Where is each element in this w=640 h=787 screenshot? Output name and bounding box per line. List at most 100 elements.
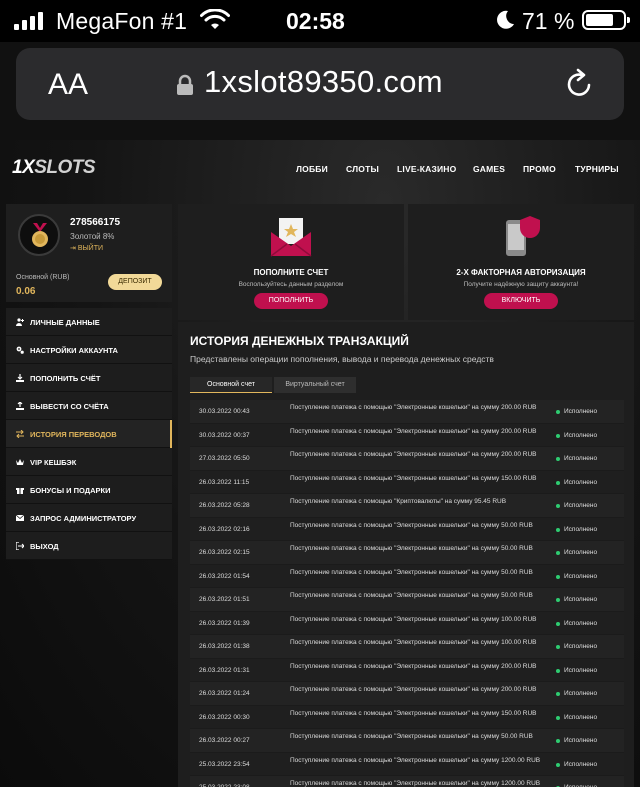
website-viewport: 1XSLOTS ЛОББИ СЛОТЫ LIVE-КАЗИНО GAMES ПР… <box>0 140 640 787</box>
menu-admin-request[interactable]: ЗАПРОС АДМИНИСТРАТОРУ <box>6 504 172 532</box>
status-dot-icon <box>556 598 560 602</box>
menu-label: VIP КЕШБЭК <box>30 458 77 467</box>
tx-date: 26.03.2022 05:28 <box>199 502 250 509</box>
table-row: 26.03.2022 01:38 Поступление платежа с по… <box>190 635 624 659</box>
status-dot-icon <box>556 480 560 485</box>
transaction-history-panel: ИСТОРИЯ ДЕНЕЖНЫХ ТРАНЗАКЦИЙ Представлены… <box>178 322 634 787</box>
nav-promo[interactable]: ПРОМО <box>523 164 556 174</box>
mail-icon <box>16 514 24 521</box>
status-badge: Исполнено <box>564 690 598 697</box>
upload-icon <box>16 402 24 410</box>
browser-toolbar: AA 1xslot89350.com <box>0 42 640 140</box>
logo-prefix: 1X <box>12 157 35 178</box>
tx-description: Поступление платежа с помощью "Электронн… <box>290 756 541 764</box>
table-row: 26.03.2022 05:28 Поступление платежа с по… <box>190 494 624 518</box>
nav-tournaments[interactable]: ТУРНИРЫ <box>575 164 619 174</box>
status-dot-icon <box>556 762 560 767</box>
table-row: 25.03.2022 23:54 Поступление платежа с по… <box>190 752 624 776</box>
status-dot-icon <box>556 410 560 414</box>
tx-date: 26.03.2022 01:51 <box>199 596 250 603</box>
tx-description: Поступление платежа с помощью "Электронн… <box>290 474 537 482</box>
tx-date: 26.03.2022 11:15 <box>199 478 250 486</box>
menu-bonuses[interactable]: БОНУСЫ И ПОДАРКИ <box>6 476 172 504</box>
enable-2fa-button[interactable]: ВКЛЮЧИТЬ <box>484 293 558 309</box>
crown-icon <box>16 459 24 465</box>
history-subtitle: Представлены операции пополнения, вывода… <box>190 354 494 364</box>
menu-label: ЗАПРОС АДМИНИСТРАТОРУ <box>30 514 137 523</box>
tx-date: 26.03.2022 02:15 <box>199 549 250 556</box>
phone-shield-icon <box>506 216 540 256</box>
tx-date: 26.03.2022 01:38 <box>199 643 250 650</box>
status-badge: Исполнено <box>564 572 598 580</box>
tx-description: Поступление платежа с помощью "Электронн… <box>290 451 537 458</box>
menu-label: ИСТОРИЯ ПЕРЕВОДОВ <box>30 430 117 439</box>
menu-exit[interactable]: ВЫХОД <box>6 532 172 560</box>
status-dot-icon <box>556 715 560 720</box>
balance-label: Основной (RUB) <box>16 274 70 281</box>
table-row: 26.03.2022 01:51 Поступление платежа с по… <box>190 588 624 612</box>
status-badge: Исполнено <box>564 619 598 627</box>
menu-personal-data[interactable]: ЛИЧНЫЕ ДАННЫЕ <box>6 308 172 336</box>
do-not-disturb-moon-icon <box>497 10 514 29</box>
promo-deposit-subtitle: Воспользуйтесь данным разделом <box>238 281 344 288</box>
menu-withdraw[interactable]: ВЫВЕСТИ СО СЧЁТА <box>6 392 172 420</box>
tab-main-account[interactable]: Основной счет <box>190 377 272 393</box>
menu-label: ВЫВЕСТИ СО СЧЁТА <box>30 402 109 411</box>
status-badge: Исполнено <box>564 760 598 768</box>
table-row: 30.03.2022 00:43 Поступление платежа с по… <box>190 400 624 424</box>
site-logo[interactable]: 1XSLOTS <box>12 157 96 179</box>
menu-vip-cashback[interactable]: VIP КЕШБЭК <box>6 448 172 476</box>
profile-card: 278566175 Золотой 8% ⇥ ВЫЙТИ Основной (R… <box>6 204 172 302</box>
tx-date: 30.03.2022 00:43 <box>199 408 250 415</box>
status-bar: MegaFon #1 02:58 71 % <box>0 0 640 42</box>
medal-icon <box>32 223 48 247</box>
status-badge: Исполнено <box>564 666 598 674</box>
tx-description: Поступление платежа с помощью "Электронн… <box>290 686 537 693</box>
tx-date: 26.03.2022 00:30 <box>199 713 250 721</box>
signal-icon <box>14 12 43 30</box>
status-badge: Исполнено <box>564 408 598 415</box>
status-badge: Исполнено <box>564 525 598 533</box>
table-row: 26.03.2022 01:39 Поступление платежа с по… <box>190 611 624 635</box>
tx-description: Поступление платежа с помощью "Криптовал… <box>290 498 507 505</box>
envelope-star-icon <box>270 218 312 257</box>
promo-deposit-title: ПОПОЛНИТЕ СЧЕТ <box>253 268 329 277</box>
status-badge: Исполнено <box>564 431 598 439</box>
menu-transfer-history[interactable]: ИСТОРИЯ ПЕРЕВОДОВ <box>6 420 172 448</box>
menu-label: ВЫХОД <box>30 542 59 551</box>
logout-icon: ⇥ <box>70 245 78 252</box>
tab-virtual-account[interactable]: Виртуальный счет <box>274 377 356 393</box>
promo-2fa-subtitle: Получите надёжную защиту аккаунта! <box>463 281 579 288</box>
tx-description: Поступление платежа с помощью "Электронн… <box>290 545 533 552</box>
menu-deposit[interactable]: ПОПОЛНИТЬ СЧЁТ <box>6 364 172 392</box>
menu-account-settings[interactable]: НАСТРОЙКИ АККАУНТА <box>6 336 172 364</box>
tx-date: 30.03.2022 00:37 <box>199 431 250 439</box>
status-dot-icon <box>556 621 560 626</box>
nav-lobby[interactable]: ЛОББИ <box>296 164 328 174</box>
table-row: 26.03.2022 00:30 Поступление платежа с по… <box>190 705 624 729</box>
status-dot-icon <box>556 527 560 532</box>
nav-live-casino[interactable]: LIVE-КАЗИНО <box>397 164 456 174</box>
logout-link[interactable]: ⇥ ВЫЙТИ <box>70 244 103 252</box>
reader-text-size-button[interactable]: AA <box>48 68 88 102</box>
top-up-button[interactable]: ПОПОЛНИТЬ <box>254 293 328 309</box>
clock: 02:58 <box>286 8 345 34</box>
status-dot-icon <box>556 692 560 696</box>
reload-icon[interactable] <box>564 66 596 100</box>
table-row: 26.03.2022 01:24 Поступление платежа с по… <box>190 682 624 706</box>
nav-slots[interactable]: СЛОТЫ <box>346 164 379 174</box>
tx-description: Поступление платежа с помощью "Электронн… <box>290 404 537 411</box>
table-row: 27.03.2022 05:50 Поступление платежа с по… <box>190 447 624 471</box>
table-row: 26.03.2022 00:27 Поступление платежа с по… <box>190 729 624 753</box>
table-row: 26.03.2022 02:15 Поступление платежа с по… <box>190 541 624 565</box>
deposit-button[interactable]: ДЕПОЗИТ <box>108 274 162 290</box>
url-text[interactable]: 1xslot89350.com <box>204 64 443 100</box>
history-title: ИСТОРИЯ ДЕНЕЖНЫХ ТРАНЗАКЦИЙ <box>190 334 409 348</box>
tx-date: 26.03.2022 01:31 <box>199 666 250 674</box>
address-bar[interactable]: AA 1xslot89350.com <box>16 48 624 120</box>
tx-description: Поступление платежа с помощью "Электронн… <box>290 568 533 576</box>
table-row: 26.03.2022 01:31 Поступление платежа с по… <box>190 658 624 682</box>
nav-games[interactable]: GAMES <box>473 164 505 174</box>
tx-date: 26.03.2022 02:16 <box>199 525 250 533</box>
status-badge: Исполнено <box>564 596 598 603</box>
